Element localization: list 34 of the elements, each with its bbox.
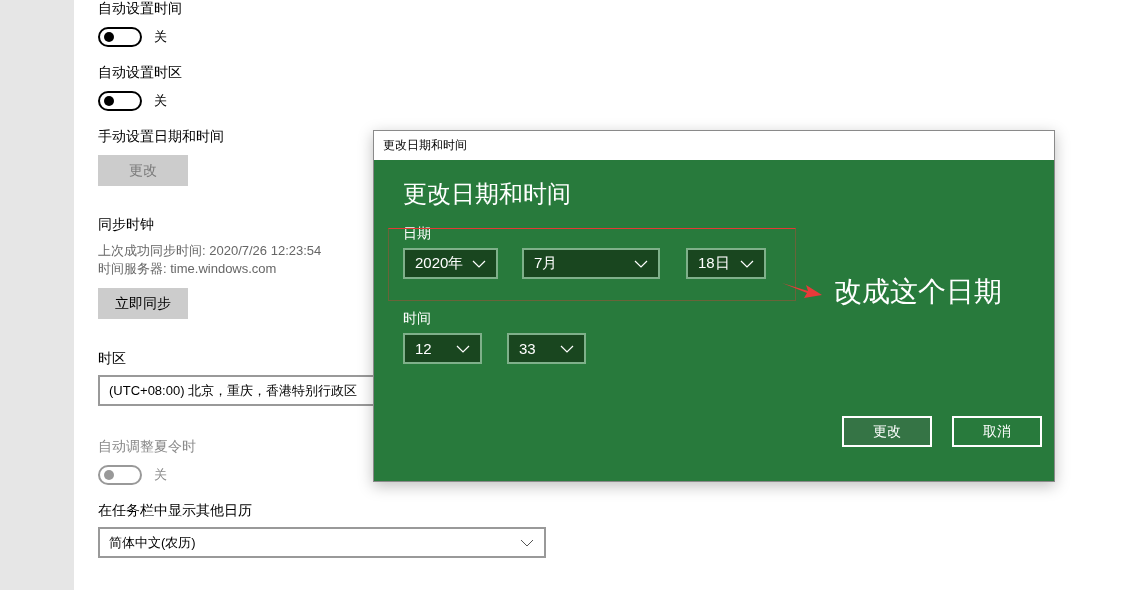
chevron-down-icon [740, 259, 754, 268]
toggle-state-label: 关 [154, 466, 167, 484]
date-dropdown[interactable]: 2020年 [403, 248, 498, 279]
dialog-button[interactable]: 取消 [952, 416, 1042, 447]
sync-info-text: 上次成功同步时间: 2020/7/26 12:23:54 [98, 242, 322, 260]
setting-label: 自动设置时间 [98, 0, 182, 17]
setting-label: 同步时钟 [98, 215, 154, 233]
time-label: 时间 [403, 309, 431, 327]
chevron-down-icon [456, 344, 470, 353]
toggle-switch[interactable] [98, 91, 142, 111]
toggle-switch[interactable] [98, 27, 142, 47]
setting-label: 手动设置日期和时间 [98, 127, 224, 145]
chevron-down-icon [560, 344, 574, 353]
setting-label: 自动设置时区 [98, 63, 182, 81]
toggle-state-label: 关 [154, 28, 167, 46]
chevron-down-icon [520, 538, 534, 547]
setting-button[interactable]: 立即同步 [98, 288, 188, 319]
setting-label: 在任务栏中显示其他日历 [98, 501, 252, 519]
chevron-down-icon [634, 259, 648, 268]
setting-label: 自动调整夏令时 [98, 437, 196, 455]
chevron-down-icon [472, 259, 486, 268]
toggle-state-label: 关 [154, 92, 167, 110]
setting-label: 时区 [98, 349, 126, 367]
time-dropdown[interactable]: 12 [403, 333, 482, 364]
sync-info-text: 时间服务器: time.windows.com [98, 260, 278, 278]
date-dropdown[interactable]: 7月 [522, 248, 660, 279]
annotation-text: 改成这个日期 [834, 275, 1002, 309]
date-dropdown[interactable]: 18日 [686, 248, 766, 279]
dropdown-field[interactable]: 简体中文(农历) [98, 527, 546, 558]
arrow-icon [782, 281, 822, 299]
dialog-heading: 更改日期和时间 [403, 179, 571, 209]
window-title: 更改日期和时间 [383, 137, 467, 154]
dialog-button[interactable]: 更改 [842, 416, 932, 447]
time-dropdown[interactable]: 33 [507, 333, 586, 364]
